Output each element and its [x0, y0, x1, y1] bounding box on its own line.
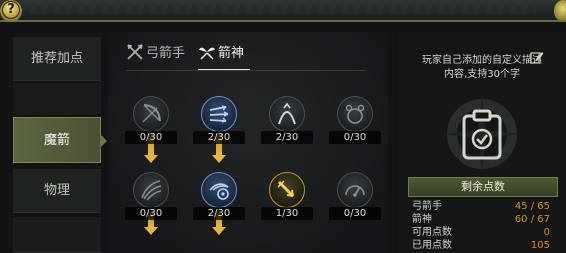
skill-level: 1/30	[261, 207, 313, 220]
skill-level: 0/30	[329, 207, 381, 220]
tab-arrow-god-label: 箭神	[218, 46, 245, 61]
sidebar-divider	[13, 83, 101, 115]
twin-wings-icon	[199, 47, 215, 60]
skill-level: 2/30	[193, 207, 245, 220]
skill-node[interactable]: 2/30	[261, 96, 313, 148]
corner-ornament-right	[554, 0, 566, 22]
skill-node[interactable]: 0/30	[329, 96, 381, 148]
stat-label: 已用点数	[412, 240, 452, 251]
tab-archer[interactable]: 弓箭手	[126, 42, 185, 68]
skill-node[interactable]: 0/30	[329, 172, 381, 224]
skill-level: 0/30	[125, 131, 177, 144]
skill-level: 0/30	[329, 131, 381, 144]
wind-slash-icon	[141, 180, 162, 201]
sidebar-item-magic-arrow[interactable]: 魔箭	[13, 117, 107, 163]
remaining-points-header: 剩余点数	[408, 177, 558, 197]
stat-value: 0	[543, 227, 550, 238]
skill-level: 2/30	[193, 131, 245, 144]
bow-icon	[142, 104, 161, 123]
stat-row-archer: 弓箭手 45 / 65	[412, 200, 550, 213]
skill-node[interactable]: 1/30	[261, 172, 313, 224]
sidebar-item-recommended[interactable]: 推荐加点	[13, 37, 101, 81]
custom-description: 玩家自己添加的自定义描述内容,支持30个字	[422, 55, 542, 80]
skill-tree-panel: 弓箭手 箭神 0/30 2/30 2/30 0/30 0/30 2/30 1/3…	[108, 32, 388, 253]
crossed-arrows-icon	[127, 43, 143, 60]
sidebar-item-physical[interactable]: 物理	[13, 169, 101, 213]
title-bar-pattern	[30, 6, 536, 14]
stat-label: 可用点数	[412, 227, 452, 238]
stat-row-used: 已用点数 105	[412, 239, 550, 252]
sidebar-item-empty[interactable]	[13, 217, 101, 253]
stat-label: 箭神	[412, 214, 432, 225]
edit-icon[interactable]	[530, 50, 544, 64]
skill-node[interactable]: 2/30	[193, 96, 245, 148]
tab-arrow-god[interactable]: 箭神	[198, 42, 251, 71]
stat-label: 弓箭手	[412, 201, 442, 212]
skill-node[interactable]: 0/30	[125, 172, 177, 224]
title-bar	[0, 0, 566, 22]
target-swirl-icon	[209, 183, 229, 200]
skill-level: 2/30	[261, 131, 313, 144]
clipboard-check-icon	[462, 109, 502, 160]
summary-panel: 玩家自己添加的自定义描述内容,支持30个字 剩余点数 弓箭手 45 / 65 箭…	[398, 32, 566, 253]
sidebar: 推荐加点 魔箭 物理	[13, 35, 107, 253]
skill-level: 0/30	[125, 207, 177, 220]
stat-value: 105	[530, 240, 550, 251]
skill-node[interactable]: 0/30	[125, 96, 177, 148]
golden-arrow-icon	[277, 180, 295, 198]
tab-archer-label: 弓箭手	[146, 46, 186, 61]
bear-icon	[345, 104, 365, 124]
stat-row-available: 可用点数 0	[412, 226, 550, 239]
help-button[interactable]: ?	[2, 1, 20, 19]
stat-value: 60 / 67	[514, 214, 550, 225]
stat-value: 45 / 65	[514, 201, 550, 212]
multi-arrow-icon	[209, 105, 229, 123]
tab-underline	[126, 70, 366, 71]
stat-row-arrow-god: 箭神 60 / 67	[412, 213, 550, 226]
skill-node[interactable]: 2/30	[193, 172, 245, 224]
skill-window: ? 推荐加点 魔箭 物理 弓箭手 箭神 0/30 2/30 2/30 0/30 …	[0, 0, 566, 253]
gauge-icon	[345, 185, 365, 197]
arc-up-icon	[278, 102, 296, 125]
